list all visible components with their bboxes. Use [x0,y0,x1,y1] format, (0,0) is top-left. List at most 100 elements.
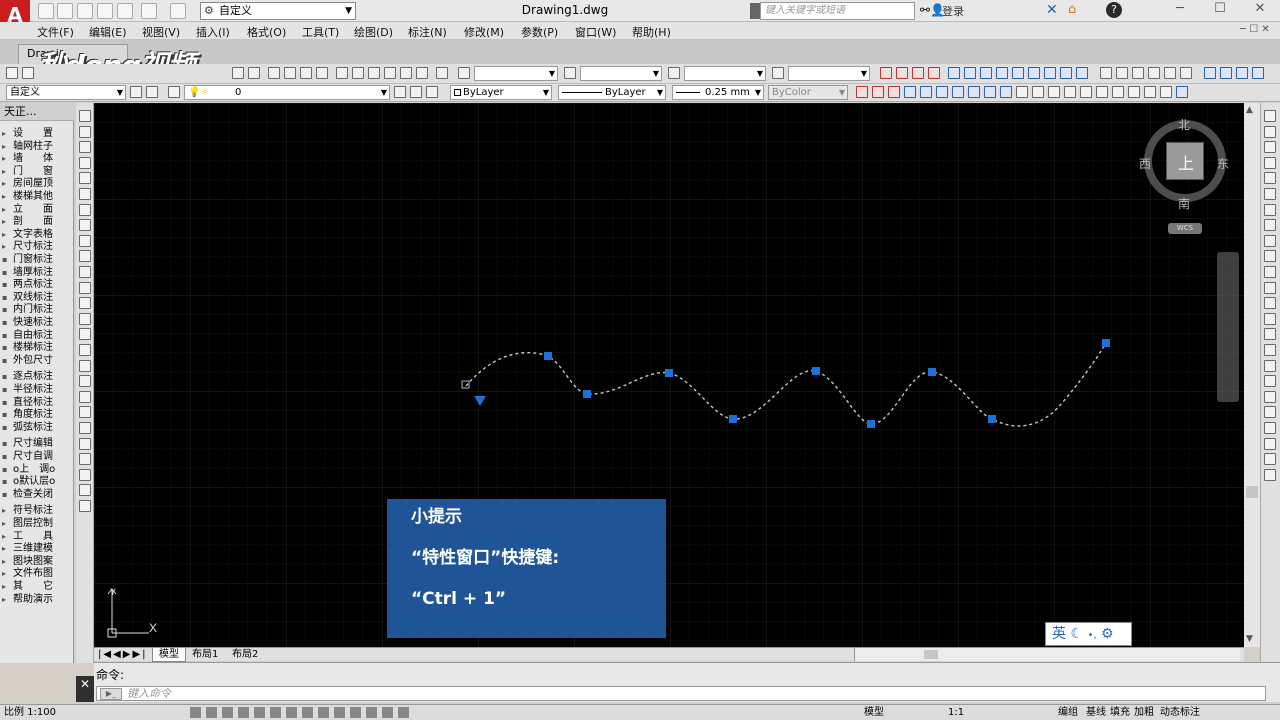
fit-point-grip[interactable] [928,368,936,376]
status-fill[interactable]: 填充 [1110,705,1130,720]
screen-menu-item[interactable]: ▪ 弧弦标注 [2,422,53,434]
hatch-icon[interactable] [79,328,91,341]
tch-prop-icon-10[interactable] [1000,86,1012,98]
screen-menu-item[interactable]: ▸ 图块图案 [2,556,53,568]
screen-menu-item[interactable]: ▸ 文字表格 [2,229,53,241]
multileader-style-select[interactable]: ▼ [788,66,870,81]
menu-file[interactable]: 文件(F) [37,24,74,40]
tch-prop-icon-2[interactable] [872,86,884,98]
tch-icon-4[interactable] [79,468,91,481]
punctuation-icon[interactable]: •, [1087,630,1096,641]
screen-menu-item[interactable]: ▸ 其 它 [2,581,53,593]
viewcube-south[interactable]: 南 [1178,195,1190,212]
screen-menu-item[interactable]: ▪ o默认层o [2,476,55,488]
tch-tool-icon-19[interactable] [1252,67,1264,79]
moon-icon[interactable]: ☾ [1070,626,1083,642]
tch-dim-icon-1[interactable] [880,67,892,79]
screen-menu-item[interactable]: ▪ 逐点标注 [2,371,53,383]
quickcalc-icon[interactable] [416,67,428,79]
add-selected-icon[interactable] [79,406,91,419]
tch-icon-2[interactable] [79,437,91,450]
arc-icon[interactable] [79,188,91,200]
horizontal-scrollbar-thumb[interactable] [924,650,938,659]
tab-layout1[interactable]: 布局1 [192,648,218,661]
mirror-icon[interactable] [1264,141,1276,154]
scrollbar-thumb[interactable] [1246,486,1258,498]
status-baseline[interactable]: 基线 [1086,705,1106,720]
screen-menu-item[interactable]: ▸ 设 置 [2,128,53,140]
color-select[interactable]: ByLayer ▼ [450,85,552,100]
screen-menu-item[interactable]: ▸ 门 窗 [2,166,53,178]
design-center-icon[interactable] [352,67,364,79]
screen-menu-item[interactable]: ▪ 两点标注 [2,279,53,291]
tch-dim-icon-4[interactable] [928,67,940,79]
fit-point-grip[interactable] [583,390,591,398]
gear-icon[interactable] [130,86,142,98]
tool-palettes-icon[interactable] [368,67,380,79]
screen-menu-item[interactable]: ▪ 尺寸自调 [2,451,53,463]
offset-icon[interactable] [1264,156,1276,169]
tch-tool-icon-13[interactable] [1148,67,1160,79]
menu-parametric[interactable]: 参数(P) [521,24,558,40]
screen-menu-item[interactable]: ▪ 双线标注 [2,292,53,304]
zoom-previous-icon[interactable] [300,67,312,79]
help-icon[interactable] [436,67,448,79]
blend-icon[interactable] [1264,359,1276,372]
screen-menu-item[interactable]: ▸ 符号标注 [2,505,53,517]
status-dynamic-dim[interactable]: 动态标注 [1160,705,1200,720]
tch-dim-icon-2[interactable] [896,67,908,79]
draworder-2-icon[interactable] [1264,406,1276,419]
undo-icon[interactable] [141,3,157,19]
navigation-bar[interactable] [1217,252,1239,402]
tch-prop-icon-3[interactable] [888,86,900,98]
tch-dim-icon-3[interactable] [912,67,924,79]
screen-menu-item[interactable]: ▪ 角度标注 [2,409,53,421]
tch-tool-icon-14[interactable] [1164,67,1176,79]
sheet-set-icon[interactable] [384,67,396,79]
make-current-layer-icon[interactable] [394,86,406,98]
menu-insert[interactable]: 插入(I) [196,24,230,40]
tch-tool-icon-10[interactable] [1100,67,1112,79]
tch-prop-icon-20[interactable] [1160,86,1172,98]
hand-icon[interactable] [268,67,280,79]
multileader-style-icon[interactable] [772,67,784,79]
workspace-select-2[interactable]: 自定义 ▼ [6,85,126,100]
zoom-extents-icon[interactable] [316,67,328,79]
stretch-icon[interactable] [1264,234,1276,247]
polyline-icon[interactable] [79,141,91,154]
screen-menu-item[interactable]: ▪ 快速标注 [2,317,53,329]
menu-edit[interactable]: 编辑(E) [89,24,127,40]
linetype-select[interactable]: ByLayer ▼ [558,85,666,100]
insert-block-icon[interactable] [79,281,91,294]
properties-icon[interactable] [336,67,348,79]
workspace-settings-icon[interactable] [146,86,158,98]
wcs-menu[interactable]: WCS [1168,223,1202,234]
tch-tool-icon-3[interactable] [980,67,992,79]
revision-cloud-icon[interactable] [79,219,91,232]
drafting-toggles[interactable] [190,707,410,718]
screen-menu-item[interactable]: ▪ 尺寸编辑 [2,438,53,450]
menu-draw[interactable]: 绘图(D) [354,24,393,40]
tch-icon-1[interactable] [79,422,91,434]
app-store-icon[interactable]: ⌂ [1068,2,1076,17]
text-style-icon[interactable] [458,67,470,79]
fit-point-grip[interactable] [1102,339,1110,347]
break-icon[interactable] [1264,297,1276,310]
polygon-icon[interactable] [79,156,91,169]
tch-prop-icon-1[interactable] [856,86,868,98]
screen-menu-item[interactable]: ▸ 剖 面 [2,216,53,228]
tch-prop-icon-7[interactable] [952,86,964,98]
search-input[interactable]: 键入关键字或短语 [760,2,915,20]
tch-prop-icon-8[interactable] [968,86,980,98]
screen-menu-item[interactable]: ▪ 墙厚标注 [2,267,53,279]
copy-icon[interactable] [1264,125,1276,138]
fit-point-grip[interactable] [544,352,552,360]
pan-icon[interactable] [232,67,244,79]
screen-menu-item[interactable]: ▸ 房间屋顶 [2,178,53,190]
tch-tool-icon-12[interactable] [1132,67,1144,79]
ime-language[interactable]: 英 [1052,626,1066,642]
viewcube-west[interactable]: 西 [1139,155,1151,172]
tch-tool-icon-2[interactable] [964,67,976,79]
break-at-point-icon[interactable] [1264,281,1276,294]
layer-previous-icon[interactable] [410,86,422,98]
